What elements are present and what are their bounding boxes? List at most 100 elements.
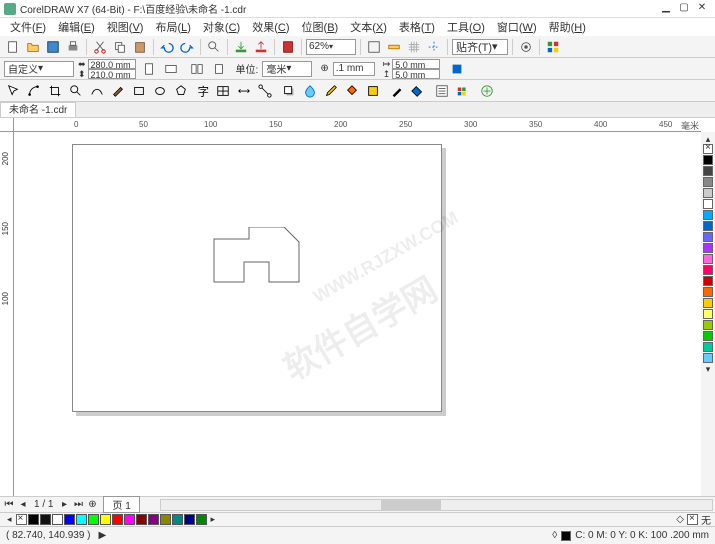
artistic-media-tool[interactable] [109, 82, 127, 100]
page-height-input[interactable]: 210.0 mm [88, 69, 136, 79]
import-button[interactable] [232, 38, 250, 56]
color-swatch[interactable] [64, 514, 75, 525]
add-button[interactable] [478, 82, 496, 100]
color-swatch[interactable] [703, 265, 713, 275]
interactive-fill-tool[interactable] [343, 82, 361, 100]
outline-pen-tool[interactable] [388, 82, 406, 100]
menu-w[interactable]: 窗口(W) [491, 19, 543, 35]
outline-color-indicator[interactable]: ◊C: 0 M: 0 Y: 0 K: 100 .200 mm [552, 530, 709, 541]
transparency-tool[interactable] [301, 82, 319, 100]
undo-button[interactable] [158, 38, 176, 56]
fullscreen-button[interactable] [365, 38, 383, 56]
publish-pdf-button[interactable] [279, 38, 297, 56]
color-swatch[interactable] [703, 210, 713, 220]
page-first-button[interactable]: ⏮ [2, 499, 16, 510]
color-swatch[interactable] [88, 514, 99, 525]
menu-x[interactable]: 文本(X) [344, 19, 393, 35]
text-tool[interactable]: 字 [193, 82, 211, 100]
color-swatch[interactable] [703, 254, 713, 264]
color-swatch[interactable] [112, 514, 123, 525]
redo-button[interactable] [178, 38, 196, 56]
rectangle-tool[interactable] [130, 82, 148, 100]
color-swatch[interactable] [148, 514, 159, 525]
units-dropdown[interactable]: 毫米 ▾ [262, 61, 312, 77]
page-preset-dropdown[interactable]: 自定义 ▾ [4, 61, 74, 77]
guideline-button[interactable] [425, 38, 443, 56]
palette-right-arrow[interactable]: ▸ [208, 514, 219, 525]
new-button[interactable] [4, 38, 22, 56]
color-swatch[interactable] [703, 276, 713, 286]
color-swatch[interactable] [703, 331, 713, 341]
ruler-horizontal[interactable]: 毫米 050100150200250300350400450 [14, 118, 701, 132]
palette-down-arrow[interactable]: ▾ [706, 364, 711, 374]
color-swatch[interactable] [28, 514, 39, 525]
menu-c[interactable]: 效果(C) [246, 19, 295, 35]
color-swatch[interactable] [703, 199, 713, 209]
no-color-swatch[interactable] [703, 144, 713, 154]
drawn-shape[interactable] [204, 227, 304, 307]
page-width-input[interactable]: 280.0 mm [88, 59, 136, 69]
close-button[interactable]: ✕ [693, 2, 711, 16]
color-swatch[interactable] [703, 188, 713, 198]
grid-button[interactable] [405, 38, 423, 56]
fill-indicator[interactable]: ◇无 [676, 512, 711, 527]
page-next-button[interactable]: ▸ [57, 499, 71, 510]
drop-shadow-tool[interactable] [280, 82, 298, 100]
smart-fill-tool[interactable] [364, 82, 382, 100]
options-button[interactable] [517, 38, 535, 56]
dimension-tool[interactable] [235, 82, 253, 100]
h-scrollbar[interactable] [160, 499, 713, 511]
object-styles-button[interactable] [454, 82, 472, 100]
all-pages-button[interactable] [188, 60, 206, 78]
app-launcher-button[interactable] [544, 38, 562, 56]
color-swatch[interactable] [124, 514, 135, 525]
document-tab[interactable]: 未命名 -1.cdr [0, 102, 76, 117]
color-swatch[interactable] [40, 514, 51, 525]
color-swatch[interactable] [172, 514, 183, 525]
copy-button[interactable] [111, 38, 129, 56]
menu-v[interactable]: 视图(V) [101, 19, 150, 35]
object-properties-button[interactable] [433, 82, 451, 100]
page-last-button[interactable]: ⏭ [71, 499, 85, 510]
menu-l[interactable]: 布局(L) [149, 19, 196, 35]
save-button[interactable] [44, 38, 62, 56]
color-swatch[interactable] [184, 514, 195, 525]
nudge-input[interactable]: .1 mm [333, 62, 375, 76]
landscape-button[interactable] [162, 60, 180, 78]
menu-t[interactable]: 表格(T) [393, 19, 441, 35]
color-swatch[interactable] [703, 232, 713, 242]
paste-button[interactable] [131, 38, 149, 56]
pick-tool[interactable] [4, 82, 22, 100]
page-add-button[interactable]: ⊕ [85, 499, 99, 510]
color-swatch[interactable] [136, 514, 147, 525]
color-swatch[interactable] [76, 514, 87, 525]
color-swatch[interactable] [703, 177, 713, 187]
cut-button[interactable] [91, 38, 109, 56]
color-swatch[interactable] [52, 514, 63, 525]
page-tab[interactable]: 页 1 [103, 496, 139, 513]
connector-tool[interactable] [256, 82, 274, 100]
palette-left-arrow[interactable]: ◂ [4, 514, 15, 525]
search-button[interactable] [205, 38, 223, 56]
portrait-button[interactable] [140, 60, 158, 78]
page-prev-button[interactable]: ◂ [16, 499, 30, 510]
color-swatch[interactable] [100, 514, 111, 525]
table-tool[interactable] [214, 82, 232, 100]
color-swatch[interactable] [703, 353, 713, 363]
export-button[interactable] [252, 38, 270, 56]
color-eyedropper-tool[interactable] [322, 82, 340, 100]
rulers-button[interactable] [385, 38, 403, 56]
polygon-tool[interactable] [172, 82, 190, 100]
dup-y-input[interactable]: 5.0 mm [392, 69, 440, 79]
crop-tool[interactable] [46, 82, 64, 100]
color-swatch[interactable] [703, 342, 713, 352]
color-swatch[interactable] [160, 514, 171, 525]
ruler-vertical[interactable]: 200150100 [0, 132, 14, 496]
menu-o[interactable]: 工具(O) [441, 19, 491, 35]
menu-b[interactable]: 位图(B) [296, 19, 345, 35]
snap-dropdown[interactable]: 贴齐(T) ▾ [452, 39, 508, 55]
color-swatch[interactable] [703, 320, 713, 330]
zoom-tool[interactable] [67, 82, 85, 100]
fill-tool[interactable] [409, 82, 427, 100]
treat-as-filled-button[interactable] [448, 60, 466, 78]
